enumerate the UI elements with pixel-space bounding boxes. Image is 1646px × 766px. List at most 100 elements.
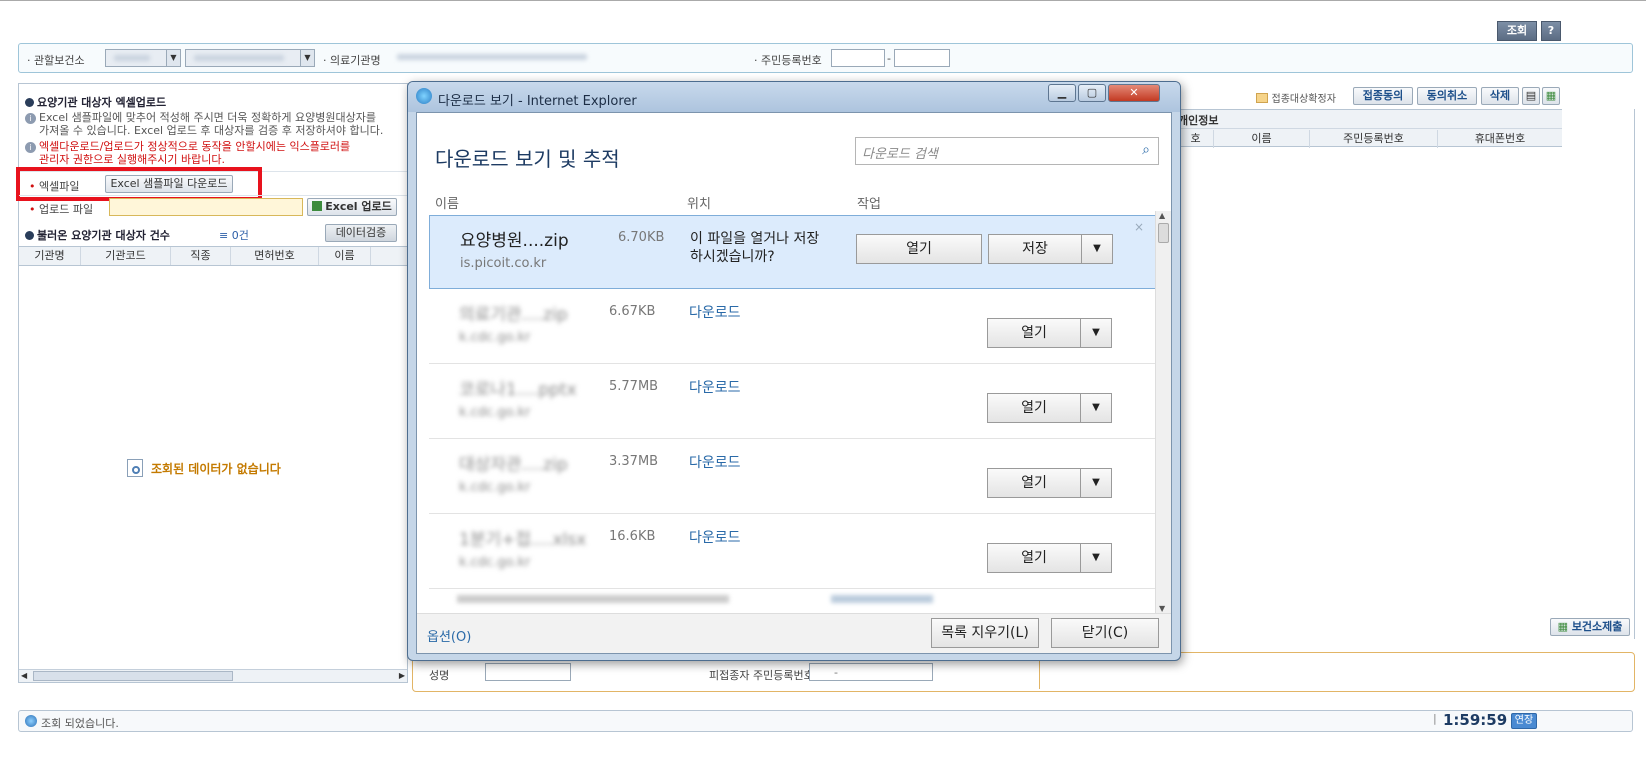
dialog-titlebar[interactable]: 다운로드 보기 - Internet Explorer ▁ ▢ ✕	[408, 82, 1180, 112]
submit-icon: ▦	[1557, 620, 1568, 633]
download-row[interactable]: 코로나1....pptx 5.77MB k.cdc.go.kr 다운로드 열기 …	[429, 365, 1159, 439]
info-icon: i	[25, 142, 36, 153]
print-icon[interactable]: ▤	[1522, 87, 1540, 105]
session-timer: 1:59:59	[1443, 711, 1508, 729]
cancel-consent-button[interactable]: 동의취소	[1417, 87, 1477, 105]
info-icon: i	[25, 113, 36, 124]
minimize-button[interactable]: ▁	[1048, 84, 1076, 102]
loaded-section-title: 불러온 요양기관 대상자 건수	[25, 227, 170, 243]
institution-label: · 의료기관명	[323, 54, 381, 67]
file-name: 1분기+접....xlsx	[459, 530, 587, 550]
file-name: 의료기관....zip	[459, 305, 568, 325]
vaccinee-rrn-label: 피접종자 주민등록번호	[709, 669, 814, 682]
dialog-title: 다운로드 보기 - Internet Explorer	[438, 94, 637, 109]
legend-swatch	[1256, 93, 1268, 103]
remove-icon[interactable]: ×	[1134, 220, 1144, 234]
upload-section-title: 요양기관 대상자 엑셀업로드	[25, 94, 166, 110]
file-name: 코로나1....pptx	[459, 380, 577, 400]
file-name: 대상자관....zip	[459, 455, 568, 475]
help-button[interactable]: ?	[1541, 21, 1561, 41]
delete-button[interactable]: 삭제	[1481, 87, 1519, 105]
verify-data-button[interactable]: 데이터검증	[325, 224, 397, 242]
download-row[interactable]: 요양병원....zip 6.70KB is.picoit.co.kr 이 파일을…	[429, 215, 1159, 289]
file-size: 6.70KB	[618, 230, 665, 245]
rrn-back-input[interactable]	[894, 49, 950, 67]
file-name: 요양병원....zip	[460, 231, 569, 251]
column-location: 위치	[687, 197, 711, 212]
clear-list-button[interactable]: 목록 지우기(L)	[931, 618, 1039, 648]
chevron-down-icon[interactable]: ▼	[1080, 393, 1112, 423]
search-button[interactable]: 조회	[1497, 21, 1537, 41]
options-link[interactable]: 옵션(O)	[427, 626, 471, 645]
column-header: 이름	[319, 247, 371, 265]
info-text-2: i 엑셀다운로드/업로드가 정상적으로 동작을 안할시에는 익스플로러를 관리자 …	[25, 140, 350, 166]
open-button[interactable]: 열기	[987, 393, 1081, 423]
chevron-down-icon[interactable]: ▼	[1080, 468, 1112, 498]
health-center-select[interactable]: ▼	[105, 49, 181, 67]
excel-upload-button[interactable]: Excel 업로드	[307, 198, 397, 216]
file-site: k.cdc.go.kr	[459, 330, 531, 345]
document-search-icon	[127, 459, 143, 477]
file-status: 다운로드	[689, 530, 741, 546]
info-text-1: i Excel 샘플파일에 맞추어 적성해 주시면 더욱 정확하게 요양병원대상자…	[25, 111, 383, 137]
file-status: 다운로드	[689, 305, 741, 321]
download-row[interactable]: 의료기관....zip 6.67KB k.cdc.go.kr 다운로드 열기 ▼	[429, 290, 1159, 364]
legend: 접종대상확정자	[1256, 90, 1336, 105]
column-header: 면허번호	[231, 247, 319, 265]
extend-session-button[interactable]: 연장	[1511, 713, 1537, 729]
name-input[interactable]	[485, 663, 571, 681]
file-status: 다운로드	[689, 380, 741, 396]
maximize-button[interactable]: ▢	[1078, 84, 1106, 102]
column-header: 직종	[171, 247, 231, 265]
rrn-front-input[interactable]	[831, 49, 885, 67]
bullet-icon	[25, 231, 34, 240]
file-size: 3.37MB	[609, 454, 659, 469]
empty-state: 조회된 데이터가 없습니다	[127, 459, 281, 477]
close-button[interactable]: 닫기(C)	[1051, 618, 1159, 648]
save-button[interactable]: 저장	[988, 234, 1082, 264]
upload-file-row: • 업로드 파일 Excel 업로드	[19, 195, 407, 217]
upload-file-input[interactable]	[109, 198, 303, 216]
excel-download-icon[interactable]: ▦	[1542, 87, 1560, 105]
ie-icon	[416, 88, 432, 104]
download-manager-dialog: 다운로드 보기 - Internet Explorer ▁ ▢ ✕ 다운로드 보…	[407, 81, 1181, 661]
excel-upload-panel: 요양기관 대상자 엑셀업로드 i Excel 샘플파일에 맞추어 적성해 주시면 …	[16, 83, 408, 683]
search-criteria-bar: · 관할보건소 ▼ ▼ · 의료기관명 · 주민등록번호 -	[18, 43, 1633, 73]
status-icon	[25, 715, 37, 727]
institution-name-value	[397, 54, 587, 60]
dialog-heading: 다운로드 보기 및 추적	[435, 147, 620, 171]
download-row[interactable]: 1분기+접....xlsx 16.6KB k.cdc.go.kr 다운로드 열기…	[429, 515, 1159, 589]
vertical-scrollbar[interactable]: ▲ ▼	[1155, 211, 1171, 613]
column-header: 기관코드	[81, 247, 171, 265]
file-size: 5.77MB	[609, 379, 659, 394]
top-toolbar: 조회 ?	[0, 0, 1646, 42]
file-size: 6.67KB	[609, 304, 656, 319]
download-search-input[interactable]: 다운로드 검색 ⌕	[855, 137, 1159, 165]
chevron-down-icon[interactable]: ▼	[1080, 318, 1112, 348]
open-button[interactable]: 열기	[987, 543, 1081, 573]
close-window-button[interactable]: ✕	[1108, 84, 1160, 102]
file-site: k.cdc.go.kr	[459, 405, 531, 420]
open-button[interactable]: 열기	[987, 468, 1081, 498]
horizontal-scrollbar[interactable]: ◀ ▶	[19, 669, 407, 682]
file-site: k.cdc.go.kr	[459, 480, 531, 495]
column-header: 기관명	[19, 247, 81, 265]
dialog-content: 다운로드 보기 및 추적 다운로드 검색 ⌕ 이름 위치 작업 요양병원....…	[416, 112, 1172, 654]
vaccinee-rrn-input[interactable]: -	[809, 663, 933, 681]
status-message: 조회 되었습니다.	[41, 717, 119, 730]
excel-icon	[312, 201, 323, 211]
open-button[interactable]: 열기	[987, 318, 1081, 348]
open-button[interactable]: 열기	[856, 234, 982, 264]
chevron-down-icon[interactable]: ▼	[1081, 234, 1113, 264]
chevron-down-icon: ▼	[166, 50, 180, 66]
rrn-dash: -	[887, 52, 891, 65]
health-center-label: · 관할보건소	[27, 54, 85, 67]
sub-center-select[interactable]: ▼	[185, 49, 315, 67]
file-status: 이 파일을 열거나 저장 하시겠습니까?	[690, 231, 820, 265]
file-site: k.cdc.go.kr	[459, 555, 531, 570]
consent-button[interactable]: 접종동의	[1353, 87, 1413, 105]
chevron-down-icon[interactable]: ▼	[1080, 543, 1112, 573]
download-row[interactable]: 대상자관....zip 3.37MB k.cdc.go.kr 다운로드 열기 ▼	[429, 440, 1159, 514]
column-name: 이름	[435, 197, 459, 212]
submit-to-health-center-button[interactable]: ▦ 보건소제출	[1550, 618, 1630, 636]
